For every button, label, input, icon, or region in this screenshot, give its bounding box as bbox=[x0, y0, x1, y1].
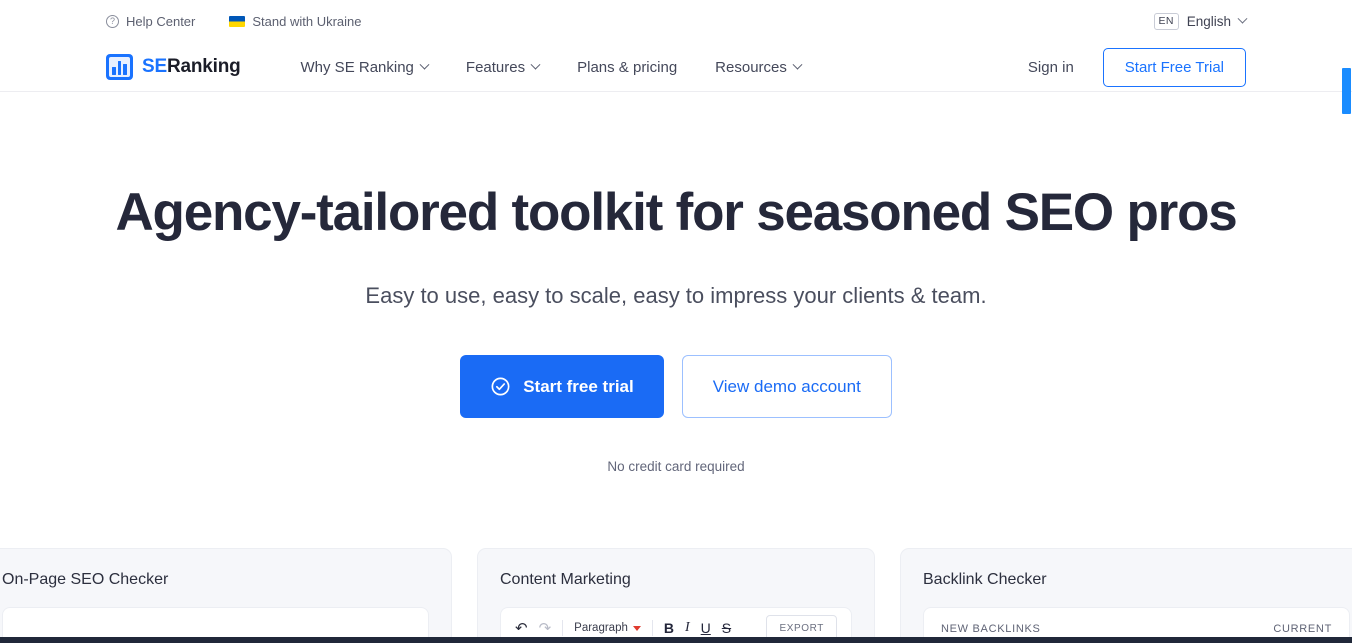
start-free-trial-cta-label: Start free trial bbox=[523, 376, 634, 396]
language-label: English bbox=[1186, 14, 1231, 29]
nav-item-resources[interactable]: Resources bbox=[715, 58, 803, 76]
strikethrough-button[interactable]: S bbox=[722, 620, 731, 636]
toolbar-divider bbox=[562, 620, 564, 636]
start-free-trial-cta-button[interactable]: Start free trial bbox=[460, 355, 664, 419]
ukraine-flag-icon bbox=[229, 16, 246, 27]
block-format-label: Paragraph bbox=[574, 622, 628, 634]
help-center-link[interactable]: ? Help Center bbox=[106, 14, 195, 29]
page-title: Agency-tailored toolkit for seasoned SEO… bbox=[115, 183, 1237, 242]
nav-item-why-se-ranking[interactable]: Why SE Ranking bbox=[300, 58, 430, 76]
column-header-new-backlinks: NEW BACKLINKS bbox=[941, 623, 1041, 635]
hero-section: Agency-tailored toolkit for seasoned SEO… bbox=[0, 92, 1352, 474]
chevron-down-icon bbox=[792, 59, 803, 70]
card-content-marketing[interactable]: Content Marketing ↶ ↷ Paragraph B I U S … bbox=[477, 548, 875, 643]
nav-item-plans-pricing[interactable]: Plans & pricing bbox=[577, 59, 677, 76]
bottom-strip bbox=[0, 637, 1352, 643]
card-backlink-checker[interactable]: Backlink Checker NEW BACKLINKS CURRENT bbox=[900, 548, 1352, 643]
chevron-down-icon bbox=[419, 59, 430, 70]
card-title: Content Marketing bbox=[500, 571, 631, 588]
sign-in-link[interactable]: Sign in bbox=[1028, 59, 1074, 76]
start-free-trial-button[interactable]: Start Free Trial bbox=[1102, 48, 1246, 87]
logo-text-ranking: Ranking bbox=[166, 56, 241, 77]
chevron-down-icon bbox=[1237, 13, 1248, 24]
redo-icon[interactable]: ↷ bbox=[539, 621, 552, 636]
stand-with-ukraine-label: Stand with Ukraine bbox=[252, 14, 362, 29]
card-title: Backlink Checker bbox=[923, 571, 1047, 588]
language-selector[interactable]: EN English bbox=[1153, 0, 1248, 43]
language-code-badge: EN bbox=[1153, 13, 1179, 30]
chevron-down-icon bbox=[530, 59, 541, 70]
column-header-current: CURRENT bbox=[1273, 623, 1332, 635]
card-title: On-Page SEO Checker bbox=[2, 571, 169, 588]
nav-items: Why SE Ranking Features Plans & pricing … bbox=[300, 58, 803, 76]
bar-chart-logo-icon bbox=[106, 54, 133, 80]
help-center-label: Help Center bbox=[126, 14, 196, 29]
stand-with-ukraine-link[interactable]: Stand with Ukraine bbox=[229, 14, 362, 29]
utility-bar: ? Help Center Stand with Ukraine EN Engl… bbox=[0, 0, 1352, 43]
undo-icon[interactable]: ↶ bbox=[515, 621, 528, 636]
se-ranking-logo[interactable]: SERanking bbox=[106, 54, 241, 80]
nav-item-label: Why SE Ranking bbox=[300, 58, 414, 76]
block-format-dropdown[interactable]: Paragraph bbox=[574, 622, 641, 634]
nav-item-features[interactable]: Features bbox=[465, 58, 541, 76]
feature-cards: On-Page SEO Checker Content Marketing ↶ … bbox=[0, 548, 1352, 643]
vertical-scrollbar-track[interactable] bbox=[1341, 0, 1352, 643]
caret-down-icon bbox=[632, 625, 641, 631]
nav-item-label: Plans & pricing bbox=[577, 58, 678, 76]
italic-button[interactable]: I bbox=[685, 620, 690, 636]
nav-item-label: Resources bbox=[715, 58, 787, 76]
view-demo-account-button[interactable]: View demo account bbox=[681, 355, 892, 419]
hero-cta-row: Start free trial View demo account bbox=[0, 355, 1352, 419]
nav-item-label: Features bbox=[465, 58, 526, 76]
card-on-page-seo-checker[interactable]: On-Page SEO Checker bbox=[0, 548, 452, 643]
hero-subtitle: Easy to use, easy to scale, easy to impr… bbox=[365, 283, 987, 309]
toolbar-divider bbox=[651, 620, 653, 636]
check-circle-icon bbox=[491, 377, 510, 396]
underline-button[interactable]: U bbox=[701, 620, 711, 636]
bold-button[interactable]: B bbox=[664, 620, 674, 636]
no-credit-card-note: No credit card required bbox=[607, 459, 745, 475]
question-circle-icon: ? bbox=[106, 15, 119, 28]
logo-text-se: SE bbox=[142, 56, 167, 77]
utility-links: ? Help Center Stand with Ukraine bbox=[106, 14, 362, 29]
vertical-scrollbar-thumb[interactable] bbox=[1342, 68, 1351, 114]
main-navigation: SERanking Why SE Ranking Features Plans … bbox=[0, 43, 1352, 92]
logo-wordmark: SERanking bbox=[142, 56, 241, 78]
nav-actions: Sign in Start Free Trial bbox=[1028, 43, 1246, 92]
